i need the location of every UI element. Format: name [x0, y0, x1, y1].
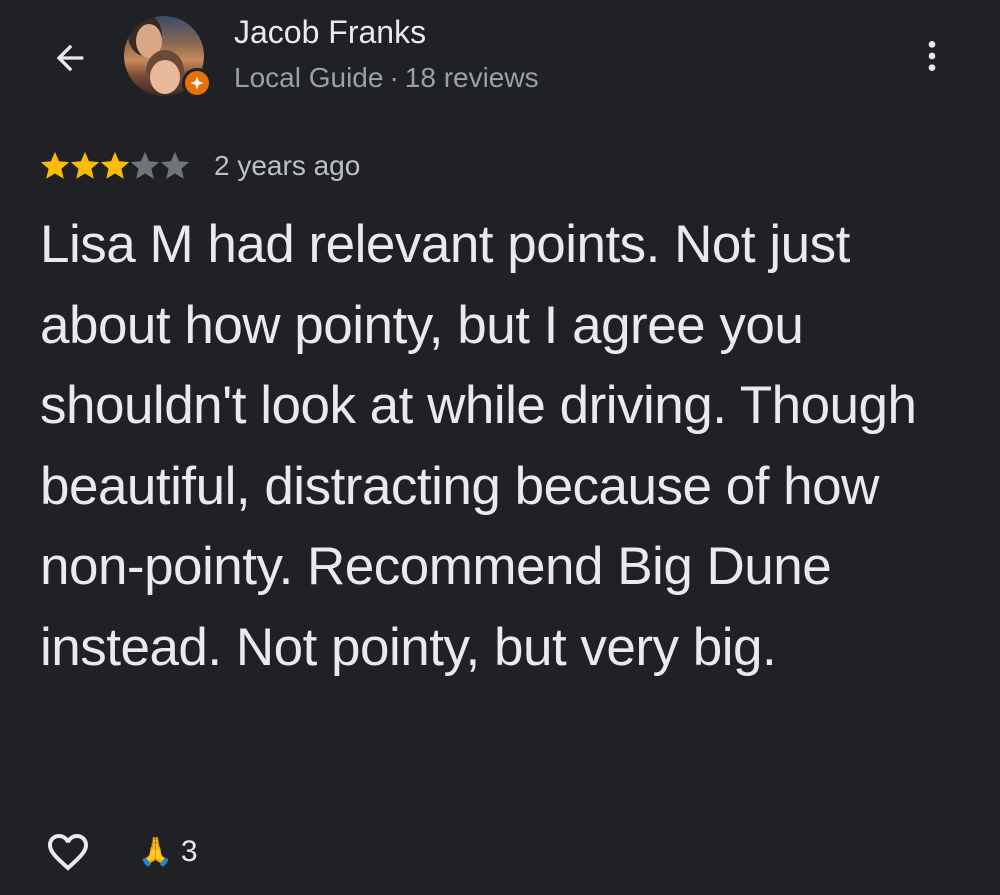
review-text: Lisa M had relevant points. Not just abo… [40, 215, 917, 677]
reaction-count: 3 [180, 835, 198, 868]
rating-row: 2 years ago [38, 146, 360, 186]
more-options-button[interactable] [910, 34, 954, 78]
arrow-left-icon [56, 44, 84, 72]
local-guide-badge [182, 68, 212, 98]
local-guide-star-icon [190, 76, 204, 90]
reaction-chip[interactable]: 🙏 3 [138, 835, 198, 869]
star-rating [38, 149, 190, 183]
review-count: 18 reviews [404, 62, 539, 93]
review-time: 2 years ago [214, 150, 361, 181]
avatar[interactable] [124, 16, 212, 98]
star-filled-icon [100, 151, 130, 179]
back-button[interactable] [42, 30, 98, 86]
review-actions: 🙏 3 [42, 826, 198, 878]
star-filled-icon [40, 151, 70, 179]
star-empty-icon [160, 151, 190, 179]
user-meta: Local Guide · 18 reviews [234, 62, 539, 94]
pray-emoji-icon: 🙏 [138, 836, 173, 867]
more-vert-icon [928, 41, 936, 71]
meta-separator: · [389, 62, 399, 93]
star-filled-icon [70, 151, 100, 179]
user-name[interactable]: Jacob Franks [234, 14, 426, 51]
user-level: Local Guide [234, 62, 384, 93]
heart-outline-icon [48, 834, 88, 871]
star-empty-icon [130, 151, 160, 179]
like-button[interactable] [42, 826, 94, 878]
